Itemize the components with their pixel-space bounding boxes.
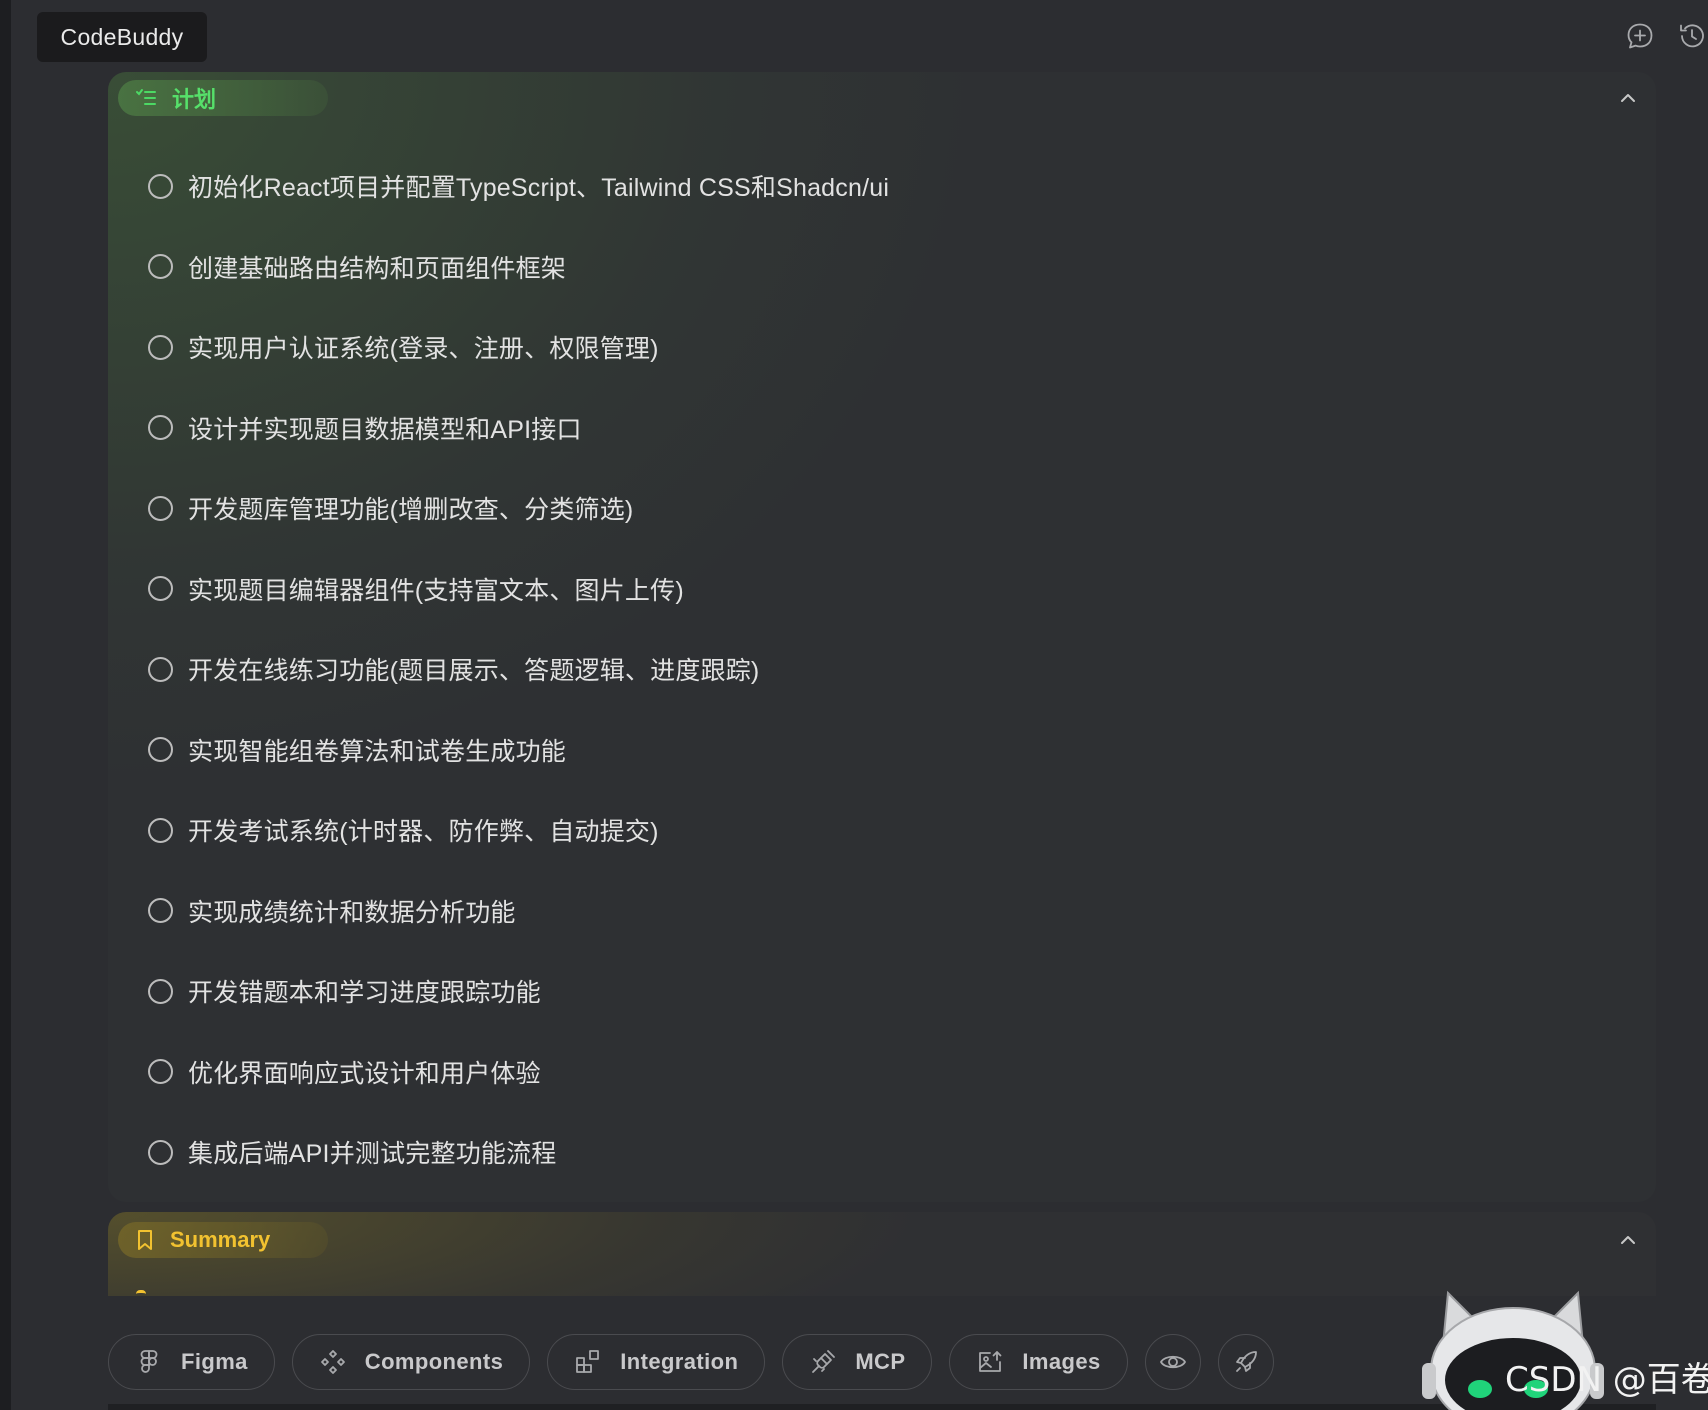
bookmark-icon bbox=[138, 1230, 152, 1250]
task-label: 实现用户认证系统(登录、注册、权限管理) bbox=[188, 335, 659, 364]
preview-button[interactable] bbox=[1144, 1334, 1201, 1390]
task-item[interactable]: 开发错题本和学习进度跟踪功能 bbox=[148, 951, 889, 1032]
image-upload-icon bbox=[979, 1351, 1002, 1372]
integration-button[interactable]: Integration bbox=[547, 1334, 766, 1390]
summary-title: Summary bbox=[170, 1227, 271, 1252]
chevron-up-icon bbox=[1621, 1236, 1635, 1244]
summary-card: Summary bbox=[108, 1212, 1656, 1296]
task-label: 优化界面响应式设计和用户体验 bbox=[188, 1059, 541, 1088]
task-checkbox[interactable] bbox=[148, 576, 173, 602]
task-checkbox[interactable] bbox=[148, 173, 173, 199]
task-item[interactable]: 创建基础路由结构和页面组件框架 bbox=[148, 227, 889, 308]
rocket-icon bbox=[1235, 1351, 1257, 1372]
plan-task-list: 初始化React项目并配置TypeScript、Tailwind CSS和Sha… bbox=[148, 146, 889, 1193]
task-label: 实现成绩统计和数据分析功能 bbox=[188, 898, 516, 927]
task-item[interactable]: 优化界面响应式设计和用户体验 bbox=[148, 1032, 889, 1113]
plan-collapse-button[interactable] bbox=[1614, 84, 1642, 112]
figma-label: Figma bbox=[181, 1349, 248, 1374]
task-item[interactable]: 初始化React项目并配置TypeScript、Tailwind CSS和Sha… bbox=[148, 146, 889, 227]
task-label: 集成后端API并测试完整功能流程 bbox=[188, 1140, 557, 1169]
task-checkbox[interactable] bbox=[148, 1059, 173, 1085]
integration-icon bbox=[576, 1350, 600, 1373]
plan-title: 计划 bbox=[172, 87, 217, 112]
codebuddy-panel: CodeBuddy 计划 初始化React项目并配置TypeScript、Tai… bbox=[11, 0, 1708, 1410]
app-title-tab[interactable]: CodeBuddy bbox=[37, 12, 207, 62]
task-item[interactable]: 设计并实现题目数据模型和API接口 bbox=[148, 388, 889, 469]
task-item[interactable]: 实现用户认证系统(登录、注册、权限管理) bbox=[148, 307, 889, 388]
images-button[interactable]: Images bbox=[949, 1334, 1128, 1390]
task-checkbox[interactable] bbox=[148, 495, 173, 521]
task-label: 设计并实现题目数据模型和API接口 bbox=[188, 415, 582, 444]
task-item[interactable]: 开发在线练习功能(题目展示、答题逻辑、进度跟踪) bbox=[148, 629, 889, 710]
plug-icon bbox=[812, 1350, 836, 1373]
header-actions bbox=[1624, 20, 1708, 52]
task-checkbox[interactable] bbox=[148, 656, 173, 682]
new-chat-icon[interactable] bbox=[1624, 20, 1656, 52]
images-label: Images bbox=[1022, 1349, 1101, 1374]
quick-actions-toolbar: Figma Components Integration MCP Images bbox=[108, 1334, 1274, 1390]
history-icon[interactable] bbox=[1676, 20, 1708, 52]
summary-collapse-button[interactable] bbox=[1614, 1226, 1642, 1254]
components-button[interactable]: Components bbox=[291, 1334, 531, 1390]
task-label: 实现智能组卷算法和试卷生成功能 bbox=[188, 737, 567, 766]
plan-header[interactable]: 计划 bbox=[118, 80, 328, 116]
task-checkbox[interactable] bbox=[148, 817, 173, 843]
watermark-text: CSDN @百卷 bbox=[1505, 1360, 1708, 1400]
task-checkbox[interactable] bbox=[148, 898, 173, 924]
eye-icon bbox=[1159, 1355, 1186, 1369]
figma-button[interactable]: Figma bbox=[108, 1334, 275, 1390]
task-label: 开发错题本和学习进度跟踪功能 bbox=[188, 979, 541, 1008]
task-item[interactable]: 实现成绩统计和数据分析功能 bbox=[148, 871, 889, 952]
task-checkbox[interactable] bbox=[148, 1139, 173, 1165]
deploy-button[interactable] bbox=[1217, 1334, 1274, 1390]
task-label: 开发在线练习功能(题目展示、答题逻辑、进度跟踪) bbox=[188, 657, 760, 686]
left-edge bbox=[0, 0, 11, 1410]
task-label: 开发考试系统(计时器、防作弊、自动提交) bbox=[188, 818, 659, 847]
figma-icon bbox=[140, 1350, 158, 1373]
summary-header[interactable]: Summary bbox=[118, 1222, 328, 1258]
task-item[interactable]: 集成后端API并测试完整功能流程 bbox=[148, 1112, 889, 1193]
task-checkbox[interactable] bbox=[148, 978, 173, 1004]
task-label: 初始化React项目并配置TypeScript、Tailwind CSS和Sha… bbox=[188, 174, 890, 203]
task-checkbox[interactable] bbox=[148, 254, 173, 280]
task-checkbox[interactable] bbox=[148, 415, 173, 441]
task-checkbox[interactable] bbox=[148, 737, 173, 763]
task-checkbox[interactable] bbox=[148, 334, 173, 360]
task-item[interactable]: 开发题库管理功能(增删改查、分类筛选) bbox=[148, 468, 889, 549]
components-label: Components bbox=[364, 1349, 504, 1374]
task-label: 开发题库管理功能(增删改查、分类筛选) bbox=[188, 496, 634, 525]
task-label: 创建基础路由结构和页面组件框架 bbox=[188, 254, 567, 283]
summary-content-peek bbox=[136, 1290, 146, 1296]
mcp-button[interactable]: MCP bbox=[782, 1334, 933, 1390]
task-list-icon bbox=[136, 89, 156, 105]
components-icon bbox=[320, 1350, 345, 1374]
task-item[interactable]: 实现题目编辑器组件(支持富文本、图片上传) bbox=[148, 549, 889, 630]
mcp-label: MCP bbox=[855, 1349, 906, 1374]
task-item[interactable]: 开发考试系统(计时器、防作弊、自动提交) bbox=[148, 790, 889, 871]
chevron-up-icon bbox=[1621, 94, 1635, 102]
integration-label: Integration bbox=[620, 1349, 739, 1374]
plan-card: 计划 初始化React项目并配置TypeScript、Tailwind CSS和… bbox=[108, 72, 1656, 1202]
task-label: 实现题目编辑器组件(支持富文本、图片上传) bbox=[188, 576, 684, 605]
task-item[interactable]: 实现智能组卷算法和试卷生成功能 bbox=[148, 710, 889, 791]
